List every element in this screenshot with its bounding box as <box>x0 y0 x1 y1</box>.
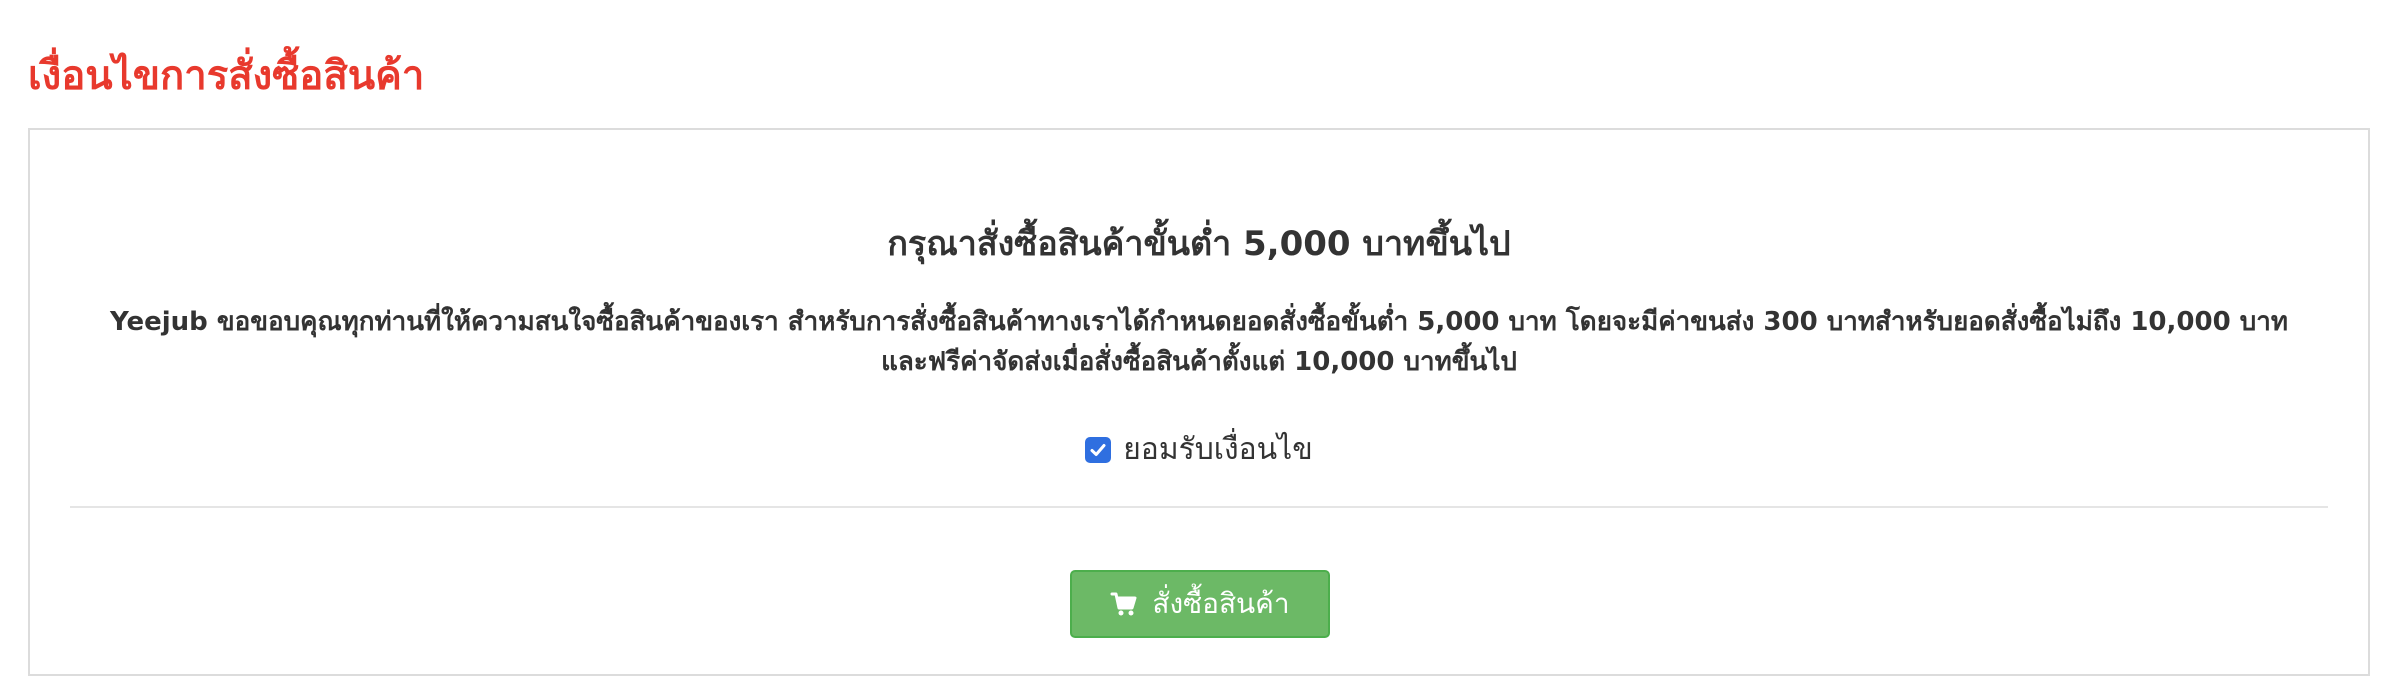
checkmark-icon <box>1090 443 1106 456</box>
accept-conditions-control[interactable]: ยอมรับเงื่อนไข <box>30 426 2368 473</box>
panel-divider <box>70 506 2328 508</box>
accept-conditions-checkbox[interactable] <box>1085 436 1112 463</box>
accept-conditions-label[interactable]: ยอมรับเงื่อนไข <box>1123 426 1313 473</box>
order-products-button[interactable]: สั่งซื้อสินค้า <box>1070 570 1330 638</box>
minimum-order-heading: กรุณาสั่งซื้อสินค้าขั้นต่ำ 5,000 บาทขึ้น… <box>887 224 1511 264</box>
conditions-description: Yeejub ขอขอบคุณทุกท่านที่ให้ความสนใจซื้อ… <box>110 307 2288 377</box>
order-products-label: สั่งซื้อสินค้า <box>1152 588 1290 619</box>
page-title: เงื่อนไขการสั่งซื้อสินค้า <box>28 53 425 99</box>
order-conditions-panel: กรุณาสั่งซื้อสินค้าขั้นต่ำ 5,000 บาทขึ้น… <box>28 128 2370 676</box>
cart-icon <box>1110 590 1138 618</box>
